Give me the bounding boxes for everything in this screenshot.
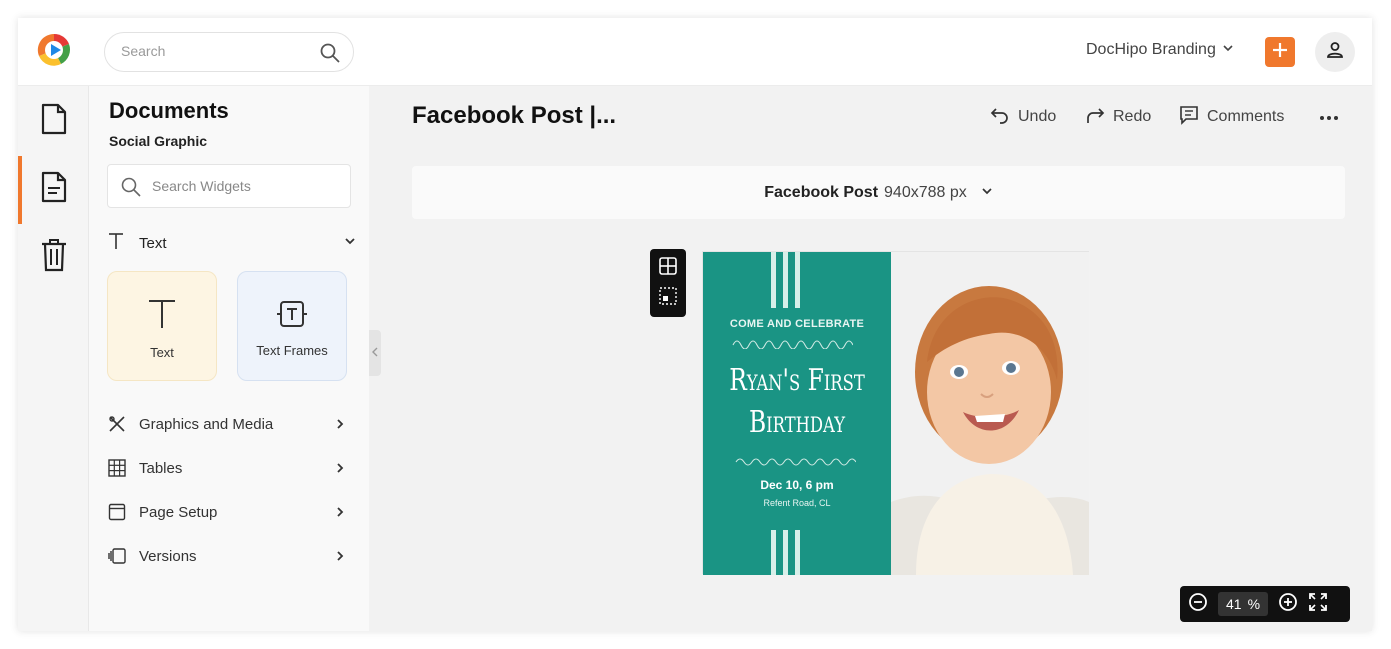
page-icon — [40, 171, 68, 208]
text-frame-icon — [277, 300, 307, 333]
fullscreen-icon[interactable] — [1308, 592, 1328, 617]
editor-workspace: Facebook Post |... Undo Redo Comments Fa… — [369, 86, 1372, 631]
invitation-place[interactable]: Refent Road, CL — [703, 498, 891, 508]
search-input[interactable] — [121, 43, 301, 59]
zoom-unit: % — [1247, 596, 1261, 612]
text-section-toggle[interactable]: Text — [107, 228, 357, 258]
chevron-right-icon — [335, 461, 345, 478]
grid-icon[interactable] — [659, 256, 677, 280]
floating-page-tools — [650, 249, 686, 317]
card-label: Text — [150, 345, 174, 360]
table-icon — [107, 458, 127, 478]
document-title[interactable]: Facebook Post |... — [412, 102, 616, 130]
widget-search-input[interactable] — [152, 178, 332, 194]
user-icon — [1325, 40, 1345, 65]
more-icon — [1319, 108, 1339, 126]
text-frames-card[interactable]: Text Frames — [237, 271, 347, 381]
zoom-control: 41 % — [1180, 586, 1350, 622]
page-size-name: Facebook Post — [764, 183, 879, 201]
ornament-top — [732, 340, 853, 349]
chevron-down-icon — [981, 184, 993, 202]
select-area-icon[interactable] — [659, 286, 677, 310]
name-line-1: Ryan's First — [729, 363, 865, 398]
name-line-2: Birthday — [748, 405, 846, 440]
text-widget-card[interactable]: Text — [107, 271, 217, 381]
search-icon — [120, 176, 142, 198]
zoom-out-icon[interactable] — [1188, 592, 1208, 617]
dochipo-logo[interactable] — [36, 32, 72, 68]
ornament-bottom — [735, 458, 856, 466]
page-size-dims: 940x788 px — [884, 183, 967, 201]
panel-subtitle: Social Graphic — [109, 133, 208, 149]
document-icon — [40, 103, 68, 140]
user-account-button[interactable] — [1315, 32, 1355, 72]
app-window: DocHipo Branding — [18, 18, 1372, 631]
panel-collapse-handle[interactable] — [369, 330, 381, 376]
menu-label: Versions — [139, 547, 197, 565]
rail-item-trash[interactable] — [18, 224, 89, 290]
page-setup-icon — [107, 502, 127, 522]
search-icon[interactable] — [319, 42, 341, 64]
rail-item-documents[interactable] — [18, 156, 89, 222]
baby-photo[interactable] — [891, 252, 1089, 575]
chevron-right-icon — [335, 417, 345, 434]
comments-icon — [1179, 105, 1199, 130]
redo-icon — [1085, 105, 1105, 130]
zoom-value: 41 — [1225, 596, 1242, 612]
graphics-tools-icon — [107, 414, 127, 434]
chevron-down-icon — [1222, 41, 1234, 59]
top-bar: DocHipo Branding — [18, 18, 1372, 86]
text-tool-icon — [147, 298, 177, 335]
plus-icon — [1271, 41, 1289, 64]
menu-page-setup[interactable]: Page Setup — [107, 497, 357, 527]
menu-graphics-and-media[interactable]: Graphics and Media — [107, 409, 357, 439]
page-size-selector[interactable]: Facebook Post 940x788 px — [412, 166, 1345, 219]
invitation-name[interactable]: Ryan's First Birthday — [724, 360, 871, 444]
brand-label: DocHipo Branding — [1086, 41, 1216, 58]
more-options-button[interactable] — [1319, 104, 1339, 130]
menu-label: Graphics and Media — [139, 415, 274, 433]
chevron-left-icon — [372, 344, 378, 362]
invitation-panel[interactable]: COME AND CELEBRATE Ryan's First Birthday… — [703, 252, 891, 575]
versions-icon — [107, 546, 127, 566]
menu-versions[interactable]: Versions — [107, 541, 357, 571]
redo-label: Redo — [1113, 108, 1152, 125]
text-section-label: Text — [139, 234, 167, 252]
undo-icon — [990, 105, 1010, 130]
zoom-in-icon[interactable] — [1278, 592, 1298, 617]
rail-item-new-document[interactable] — [18, 88, 89, 154]
menu-label: Page Setup — [139, 503, 218, 521]
chevron-down-icon — [343, 234, 357, 252]
widget-search[interactable] — [107, 164, 351, 208]
trash-icon — [40, 238, 68, 277]
menu-label: Tables — [139, 459, 183, 477]
invitation-date[interactable]: Dec 10, 6 pm — [703, 478, 891, 492]
chevron-right-icon — [335, 505, 345, 522]
create-new-button[interactable] — [1265, 37, 1295, 67]
left-rail — [18, 86, 89, 631]
undo-button[interactable]: Undo — [990, 104, 1056, 130]
redo-button[interactable]: Redo — [1085, 104, 1151, 130]
invitation-kicker[interactable]: COME AND CELEBRATE — [703, 318, 891, 330]
chevron-right-icon — [335, 549, 345, 566]
text-icon — [107, 231, 129, 255]
design-canvas[interactable]: COME AND CELEBRATE Ryan's First Birthday… — [702, 251, 1089, 575]
undo-label: Undo — [1018, 108, 1057, 125]
card-label: Text Frames — [256, 343, 328, 358]
comments-label: Comments — [1207, 108, 1285, 125]
panel-title: Documents — [109, 98, 229, 123]
brand-dropdown[interactable]: DocHipo Branding — [1086, 41, 1234, 59]
comments-button[interactable]: Comments — [1179, 104, 1284, 130]
widgets-panel: Documents Social Graphic Text Text — [89, 86, 369, 631]
global-search[interactable] — [104, 32, 354, 72]
zoom-level[interactable]: 41 % — [1218, 592, 1268, 616]
menu-tables[interactable]: Tables — [107, 453, 357, 483]
